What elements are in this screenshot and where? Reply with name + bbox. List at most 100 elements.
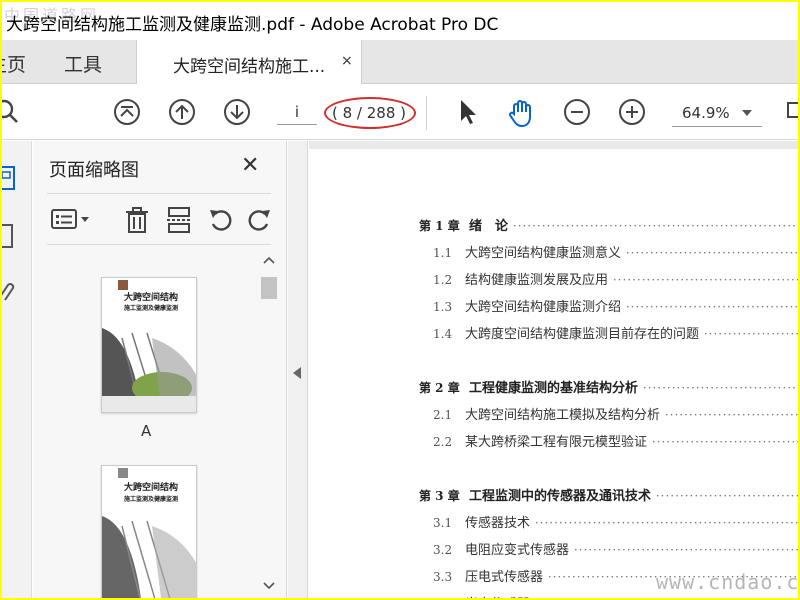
toc-section[interactable]: 1.2 结构健康监测发展及应用 ·························… [433, 269, 798, 287]
window-title: 大跨空间结构施工监测及健康监测.pdf - Adobe Acrobat Pro … [6, 15, 499, 35]
page-thumbnails-icon[interactable] [2, 163, 18, 193]
tab-document-label: 大跨空间结构施工... [173, 57, 326, 77]
toolbar: i ( 8 / 288 ) 64.9% [2, 84, 798, 140]
select-arrow-icon[interactable] [454, 97, 484, 127]
toc-chapter[interactable]: 第 3 章工程监测中的传感器及通讯技术 ····················… [419, 485, 798, 503]
toc-leader-dots: ········································… [664, 408, 798, 422]
toc-leader-dots: ········································… [625, 300, 798, 314]
toc-section[interactable]: 1.1 大跨空间结构健康监测意义 ························… [433, 242, 798, 260]
toc-title: 大跨度空间结构健康监测目前存在的问题 [465, 327, 700, 341]
rotate-left-icon[interactable] [207, 206, 235, 234]
toc-title: 绪 论 [469, 219, 509, 233]
search-icon[interactable] [2, 97, 24, 127]
toc-number: 1.4 [433, 327, 453, 341]
tab-home[interactable]: 主页 [2, 50, 26, 77]
toc-title: 大跨空间结构健康监测意义 [465, 246, 622, 260]
toc-title: 结构健康监测发展及应用 [465, 273, 609, 287]
toc-number: 1.3 [433, 300, 453, 314]
thumbnail-cover-subtitle: 施工监测及健康监测 [124, 496, 179, 503]
thumbnail-label: A [141, 422, 152, 440]
toc-title: 大跨空间结构健康监测介绍 [465, 300, 622, 314]
toolbar-separator [426, 96, 427, 130]
toc-section[interactable]: 3.1 传感器技术 ·······························… [433, 512, 798, 530]
zoom-out-icon[interactable] [562, 97, 592, 127]
toc-section[interactable]: 2.1 大跨空间结构施工模拟及结构分析 ·····················… [433, 404, 798, 422]
app-window: 中国道路网 大跨空间结构施工监测及健康监测.pdf - Adobe Acroba… [2, 2, 798, 598]
toc-number: 1.2 [433, 273, 453, 287]
toc-number: 第 1 章 [419, 219, 460, 233]
toc-number: 3.4 [433, 597, 465, 598]
more-tools-icon[interactable] [784, 97, 798, 127]
toc-number: 2.2 [433, 435, 453, 449]
hand-tool-icon[interactable] [506, 97, 536, 128]
thumbnail-page-a[interactable]: 大跨空间结构 施工监测及健康监测 [101, 277, 197, 413]
chevron-down-icon[interactable] [742, 110, 752, 116]
extract-pages-icon[interactable] [165, 206, 193, 234]
thumbnail-page[interactable]: 大跨空间结构 施工监测及健康监测 [101, 465, 197, 598]
toc-chapter[interactable]: 第 1 章绪 论 ·······························… [419, 215, 798, 233]
toc-number: 1.1 [433, 246, 453, 260]
toc-leader-dots: ········································… [534, 516, 798, 530]
thumbnail-toolbar [47, 193, 271, 245]
tab-tools[interactable]: 工具 [64, 50, 102, 77]
toc-number: 2.1 [433, 408, 453, 422]
title-bar: 中国道路网 大跨空间结构施工监测及健康监测.pdf - Adobe Acroba… [2, 2, 798, 40]
page-number-input[interactable]: i [277, 99, 317, 125]
delete-icon[interactable] [123, 206, 151, 234]
toc-leader-dots: ········································… [625, 246, 798, 260]
toc-leader-dots: ········································… [642, 381, 798, 395]
next-page-icon[interactable] [222, 97, 252, 127]
panel-title: 页面缩略图 [49, 160, 139, 181]
toc-number: 3.1 [433, 516, 453, 530]
toc-title: 大跨空间结构施工模拟及结构分析 [465, 408, 661, 422]
attachment-icon[interactable] [2, 277, 18, 307]
toc-leader-dots: ········································… [512, 219, 798, 233]
document-page: 第 1 章绪 论 ·······························… [309, 149, 798, 598]
left-rail [2, 141, 32, 598]
thumbnail-cover-title: 大跨空间结构 [124, 293, 179, 303]
zoom-in-icon[interactable] [617, 97, 647, 127]
rotate-right-icon[interactable] [245, 206, 273, 234]
toc-number: 第 2 章 [419, 381, 460, 395]
tab-close-button[interactable]: × [341, 53, 353, 69]
toc-section[interactable]: 1.3 大跨空间结构健康监测介绍 ························… [433, 296, 798, 314]
toc-section[interactable]: 2.2 某大跨桥梁工程有限元模型验证 ······················… [433, 431, 798, 449]
toc-number: 第 3 章 [419, 489, 460, 503]
toc-title: 传感器技术 [465, 516, 531, 530]
toc-section[interactable]: 3.2 电阻应变式传感器 ····························… [433, 539, 798, 557]
toc-title: 工程健康监测的基准结构分析 [469, 381, 639, 395]
toc-title: 某大跨桥梁工程有限元模型验证 [465, 435, 648, 449]
toc-leader-dots: ········································… [612, 273, 798, 287]
toc-chapter[interactable]: 第 2 章工程健康监测的基准结构分析 ·····················… [419, 377, 798, 395]
toc-leader-dots: ········································… [530, 597, 798, 598]
toc-leader-dots: ········································… [573, 543, 798, 557]
collapse-arrow-icon[interactable] [293, 367, 301, 379]
watermark-bottom: www.cndao.com [656, 570, 798, 594]
previous-page-icon[interactable] [167, 97, 197, 127]
thumbnail-list: 大跨空间结构 施工监测及健康监测 A 大跨空间结构 施工监测及健康监测 [33, 247, 257, 598]
toc-leader-dots: ········································… [655, 489, 798, 503]
panel-collapse-handle[interactable] [288, 141, 308, 598]
toc-leader-dots: ········································… [703, 327, 798, 341]
options-menu-icon[interactable] [51, 206, 89, 234]
bookmark-icon[interactable] [2, 221, 18, 251]
scrollbar-thumb[interactable] [261, 277, 277, 299]
highlight-ellipse [324, 97, 416, 129]
tab-document[interactable]: 大跨空间结构施工... × [136, 40, 362, 84]
first-page-icon[interactable] [112, 97, 142, 127]
toc-section[interactable]: 1.4 大跨度空间结构健康监测目前存在的问题 ··················… [433, 323, 798, 341]
toc-title: 光电传感器 [465, 597, 530, 598]
toc-leader-dots: ········································… [651, 435, 798, 449]
toc-number: 3.2 [433, 543, 453, 557]
document-view[interactable]: 第 1 章绪 论 ·······························… [309, 141, 798, 598]
toc-title: 电阻应变式传感器 [465, 543, 570, 557]
page-thumbnails-panel: 页面缩略图 ✕ 大跨空间结构 施工监测及健康监测 A 大跨空间结构 施工监测及健… [33, 141, 287, 598]
thumbnail-cover-subtitle: 施工监测及健康监测 [124, 305, 179, 312]
panel-close-button[interactable]: ✕ [241, 153, 259, 178]
toc-title: 工程监测中的传感器及通讯技术 [469, 489, 652, 503]
toc-number: 3.3 [433, 570, 453, 584]
thumbnail-scrollbar[interactable] [258, 247, 280, 598]
tab-bar: 主页 工具 大跨空间结构施工... × [2, 40, 798, 84]
thumbnail-cover-title: 大跨空间结构 [124, 483, 179, 493]
toc-title: 压电式传感器 [465, 570, 544, 584]
